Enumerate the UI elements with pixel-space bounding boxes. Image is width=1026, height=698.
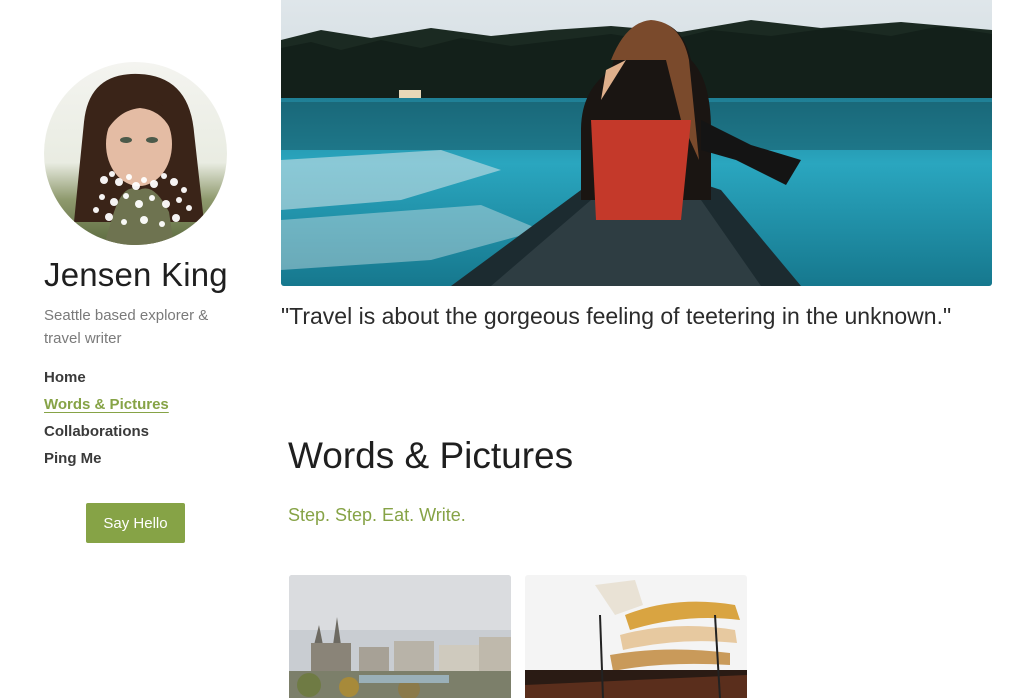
main-nav: Home Words & Pictures Collaborations Pin… xyxy=(44,368,169,476)
section-title: Words & Pictures xyxy=(288,435,574,476)
paris-cityscape-photo xyxy=(289,575,511,698)
profile-name: Jensen King xyxy=(44,256,228,293)
profile-tagline: Seattle based explorer & travel writer xyxy=(44,307,209,347)
nav-item-home[interactable]: Home xyxy=(44,368,169,395)
nav-item-words-pictures[interactable]: Words & Pictures xyxy=(44,395,169,422)
gallery-item-paris[interactable] xyxy=(289,575,511,698)
gallery-item-food[interactable] xyxy=(525,575,747,698)
hero-image xyxy=(281,0,992,286)
section-subtitle: Step. Step. Eat. Write. xyxy=(288,505,466,525)
nav-item-ping-me[interactable]: Ping Me xyxy=(44,449,169,476)
nav-item-collaborations[interactable]: Collaborations xyxy=(44,422,169,449)
food-grill-photo xyxy=(525,575,747,698)
say-hello-button[interactable]: Say Hello xyxy=(86,503,185,543)
avatar xyxy=(44,62,227,245)
page: Jensen King Seattle based explorer & tra… xyxy=(0,0,1026,698)
canoe-lake-photo xyxy=(281,0,992,286)
portrait-photo-icon xyxy=(44,62,227,245)
hero-quote: "Travel is about the gorgeous feeling of… xyxy=(281,303,952,329)
